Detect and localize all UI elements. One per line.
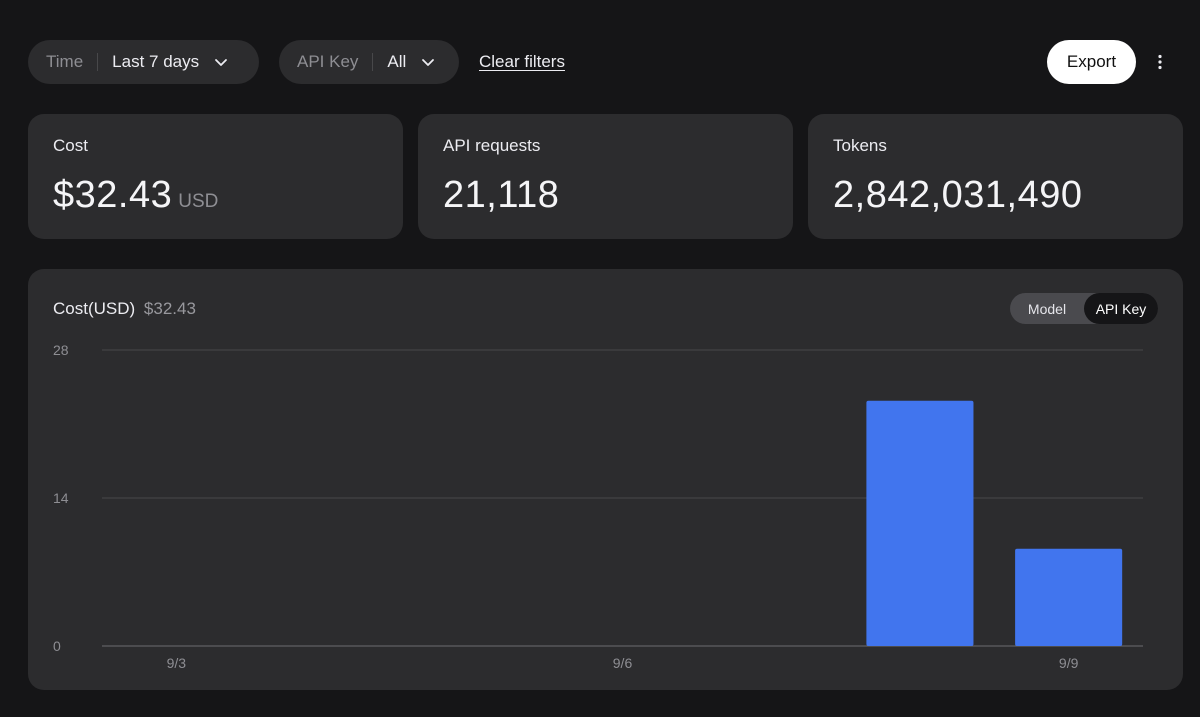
api-requests-card: API requests 21,118 bbox=[418, 114, 793, 239]
divider bbox=[97, 53, 99, 71]
y-tick-label: 14 bbox=[53, 490, 69, 506]
cost-value: $32.43 bbox=[53, 174, 173, 216]
cost-label: Cost bbox=[53, 136, 88, 155]
x-tick-label: 9/6 bbox=[613, 655, 633, 671]
cost-bar-chart: 0 14 28 9/3 9/6 9/9 bbox=[53, 342, 1143, 671]
chart-title: Cost(USD) $32.43 bbox=[53, 299, 196, 319]
y-tick-label: 28 bbox=[53, 342, 69, 358]
time-filter-dropdown[interactable]: Time Last 7 days bbox=[28, 40, 259, 84]
chart-title-label: Cost(USD) bbox=[53, 299, 136, 318]
divider bbox=[372, 53, 374, 71]
time-filter-label: Time bbox=[46, 52, 84, 71]
cost-chart-card: 0 14 28 9/3 9/6 9/9 Cost(USD) $32.43 Model AP… bbox=[28, 269, 1183, 690]
api-requests-value: 21,118 bbox=[443, 174, 560, 216]
group-by-toggle: Model API Key bbox=[1010, 293, 1158, 324]
chart-total-value: $32.43 bbox=[143, 299, 196, 318]
cost-value-row: $32.43 USD bbox=[53, 174, 378, 217]
time-filter-value: Last 7 days bbox=[112, 52, 200, 71]
api-key-filter-value: All bbox=[387, 52, 407, 71]
cost-unit: USD bbox=[178, 191, 219, 212]
x-tick-label: 9/3 bbox=[167, 655, 187, 671]
api-key-filter-label: API Key bbox=[297, 52, 359, 71]
clear-filters-link[interactable]: Clear filters bbox=[479, 52, 565, 72]
x-tick-label: 9/9 bbox=[1059, 655, 1079, 671]
filter-toolbar: Time Last 7 days API Key All Clear filte… bbox=[28, 40, 1172, 84]
api-key-filter-dropdown[interactable]: API Key All bbox=[279, 40, 459, 84]
api-requests-label: API requests bbox=[443, 136, 541, 155]
tokens-card: Tokens 2,842,031,490 bbox=[808, 114, 1183, 239]
y-tick-label: 0 bbox=[53, 638, 61, 654]
export-button[interactable]: Export bbox=[1047, 40, 1136, 84]
bar-9-8 bbox=[866, 400, 974, 646]
chevron-down-icon bbox=[420, 54, 436, 70]
tokens-value: 2,842,031,490 bbox=[833, 174, 1083, 216]
toggle-model[interactable]: Model bbox=[1010, 293, 1084, 324]
chevron-down-icon bbox=[213, 54, 229, 70]
toggle-api-key[interactable]: API Key bbox=[1084, 293, 1158, 324]
cost-card: Cost $32.43 USD bbox=[28, 114, 403, 239]
bar-9-9 bbox=[1015, 548, 1123, 646]
kebab-vertical-icon[interactable] bbox=[1148, 50, 1172, 74]
tokens-label: Tokens bbox=[833, 136, 887, 155]
